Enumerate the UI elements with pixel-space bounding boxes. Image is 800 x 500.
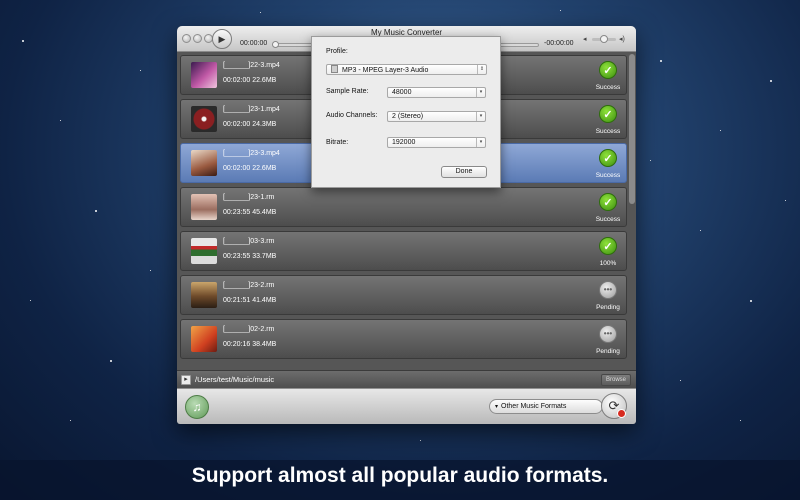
file-meta: 00:02:00 22.6MB	[223, 77, 276, 84]
browse-button[interactable]: Browse	[601, 374, 631, 386]
music-add-icon: ♫	[192, 400, 202, 414]
file-meta: 00:21:51 41.4MB	[223, 297, 276, 304]
file-name: [______]22-3.mp4	[223, 62, 280, 69]
checkmark-icon: ✓	[599, 149, 617, 167]
status-label: 100%	[599, 260, 617, 267]
bitrate-value: 192000	[392, 139, 416, 146]
file-meta: 00:02:00 24.3MB	[223, 121, 276, 128]
file-row[interactable]: [______]23-1.rm 00:23:55 45.4MB ✓ Success	[180, 187, 627, 227]
file-meta: 00:23:55 45.4MB	[223, 209, 276, 216]
done-button[interactable]: Done	[441, 166, 487, 178]
folder-icon[interactable]: ▸	[181, 375, 191, 385]
output-format-value: Other Music Formats	[501, 403, 567, 410]
file-meta: 00:20:16 38.4MB	[223, 341, 276, 348]
sample-rate-combo[interactable]: 48000 ▾	[387, 87, 486, 98]
convert-badge-icon	[617, 409, 626, 418]
volume-low-icon: ◂	[583, 36, 587, 43]
file-name: [______]23-2.rm	[223, 282, 275, 289]
audio-channels-combo[interactable]: 2 (Stereo) ▾	[387, 111, 486, 122]
sample-rate-label: Sample Rate:	[326, 88, 369, 95]
list-scrollbar[interactable]	[629, 54, 635, 204]
file-name: [______]23-1.rm	[223, 194, 275, 201]
file-size: 22.6MB	[252, 165, 277, 172]
status-label: Success	[595, 84, 621, 91]
dropdown-arrow-icon[interactable]: ▾	[476, 138, 485, 147]
volume-high-icon: ◂)	[619, 36, 625, 43]
file-thumbnail	[191, 106, 217, 132]
file-row[interactable]: [______]23-2.rm 00:21:51 41.4MB ••• Pending	[180, 275, 627, 315]
file-size: 33.7MB	[252, 253, 277, 260]
file-duration: 00:20:16	[223, 341, 251, 348]
profile-select[interactable]: MP3 - MPEG Layer-3 Audio ⇕	[326, 64, 487, 75]
file-name: [______]23-3.mp4	[223, 150, 280, 157]
file-thumbnail	[191, 150, 217, 176]
file-size: 41.4MB	[252, 297, 277, 304]
file-row[interactable]: [______]03-3.rm 00:23:55 33.7MB ✓ 100%	[180, 231, 627, 271]
status-label: Success	[595, 216, 621, 223]
file-duration: 00:23:55	[223, 209, 251, 216]
checkmark-icon: ✓	[599, 105, 617, 123]
output-path-bar: ▸ /Users/test/Music/music Browse	[177, 370, 636, 388]
file-size: 22.6MB	[252, 77, 277, 84]
checkmark-icon: ✓	[599, 61, 617, 79]
file-meta: 00:23:55 33.7MB	[223, 253, 276, 260]
scrubber-knob[interactable]	[272, 41, 279, 48]
file-name: [______]03-3.rm	[223, 238, 275, 245]
file-thumbnail	[191, 194, 217, 220]
sample-rate-value: 48000	[392, 89, 412, 96]
file-duration: 00:02:00	[223, 77, 251, 84]
volume-knob[interactable]	[600, 35, 608, 43]
bitrate-label: Bitrate:	[326, 139, 349, 146]
bottom-toolbar: ♫ ▾ Other Music Formats ⟳	[177, 388, 636, 424]
audio-channels-value: 2 (Stereo)	[392, 113, 424, 120]
checkmark-icon: ✓	[599, 237, 617, 255]
file-name: [______]02-2.rm	[223, 326, 275, 333]
ellipsis-icon: •••	[599, 325, 617, 343]
audio-channels-label: Audio Channels:	[326, 112, 378, 119]
file-thumbnail	[191, 326, 217, 352]
status-label: Pending	[596, 304, 620, 311]
audio-file-icon	[331, 65, 338, 73]
file-size: 45.4MB	[252, 209, 277, 216]
profile-select-value: MP3 - MPEG Layer-3 Audio	[342, 67, 429, 74]
dropdown-arrow-icon[interactable]: ▾	[476, 88, 485, 97]
profile-settings-sheet: Profile: MP3 - MPEG Layer-3 Audio ⇕ Samp…	[311, 36, 501, 188]
file-meta: 00:02:00 22.6MB	[223, 165, 276, 172]
file-size: 24.3MB	[252, 121, 277, 128]
ellipsis-icon: •••	[599, 281, 617, 299]
promo-caption: Support almost all popular audio formats…	[191, 464, 609, 487]
add-files-button[interactable]: ♫	[185, 395, 209, 419]
status-label: Success	[595, 128, 621, 135]
output-format-select[interactable]: ▾ Other Music Formats	[489, 399, 603, 414]
file-row[interactable]: [______]02-2.rm 00:20:16 38.4MB ••• Pending	[180, 319, 627, 359]
file-duration: 00:23:55	[223, 253, 251, 260]
output-path: /Users/test/Music/music	[195, 375, 275, 384]
file-thumbnail	[191, 282, 217, 308]
dropdown-arrow-icon[interactable]: ▾	[476, 112, 485, 121]
file-duration: 00:02:00	[223, 165, 251, 172]
file-name: [______]23-1.mp4	[223, 106, 280, 113]
file-size: 38.4MB	[252, 341, 277, 348]
checkmark-icon: ✓	[599, 193, 617, 211]
file-duration: 00:21:51	[223, 297, 251, 304]
profile-label: Profile:	[326, 48, 348, 55]
volume-slider[interactable]	[592, 35, 616, 43]
file-thumbnail	[191, 62, 217, 88]
time-remaining: -00:00:00	[544, 40, 574, 47]
status-label: Success	[595, 172, 621, 179]
file-duration: 00:02:00	[223, 121, 251, 128]
dropdown-caret-icon: ▾	[495, 404, 499, 410]
status-label: Pending	[596, 348, 620, 355]
file-thumbnail	[191, 238, 217, 264]
updown-arrows-icon: ⇕	[477, 65, 486, 74]
bitrate-combo[interactable]: 192000 ▾	[387, 137, 486, 148]
time-elapsed: 00:00:00	[240, 40, 268, 47]
